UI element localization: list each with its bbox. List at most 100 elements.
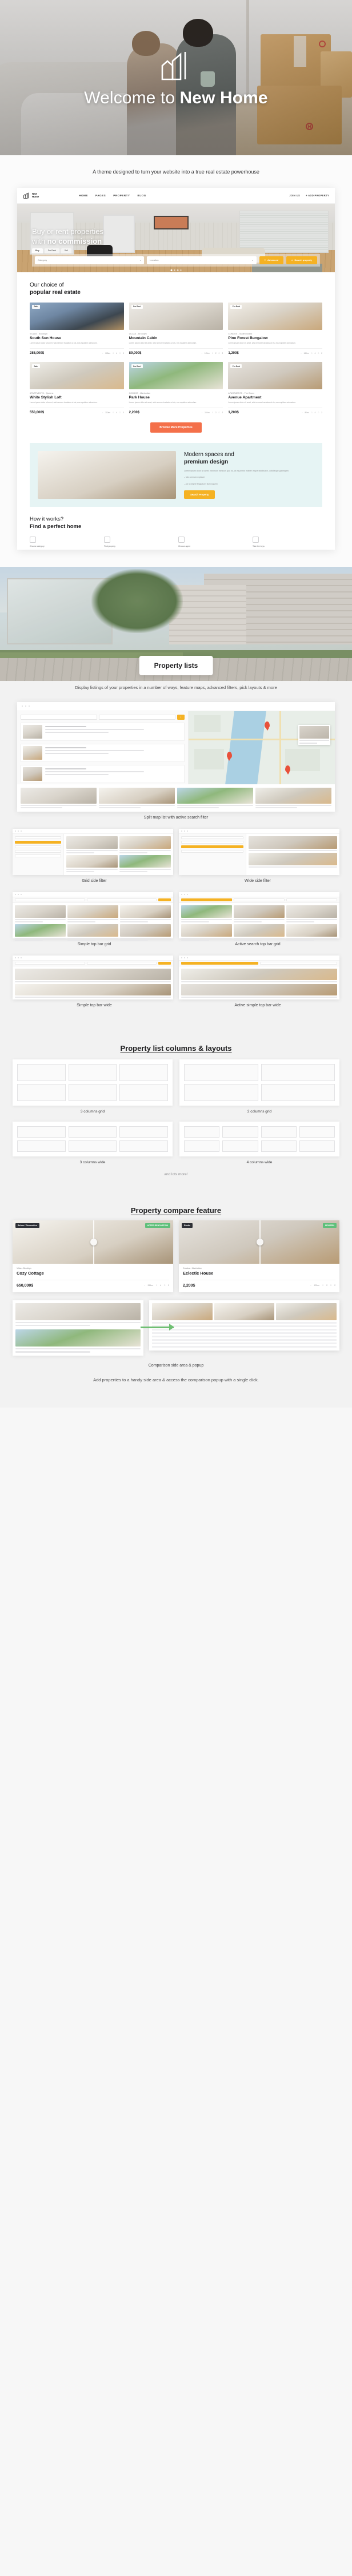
strip-item[interactable] (177, 787, 253, 808)
listing-thumb (23, 745, 42, 760)
active-search-top-bar-grid-mockup[interactable] (179, 892, 339, 941)
map-pin[interactable] (226, 752, 232, 759)
promo-bullet: – Meo omnium explicari (184, 476, 205, 479)
compare-specs: ▫ 265m² ⌷ 4 ⎕ 3 (144, 1284, 169, 1287)
tagline: A theme designed to turn your website in… (93, 169, 259, 175)
filter-field[interactable] (98, 714, 175, 720)
three-columns-grid-preview[interactable] (13, 1059, 173, 1106)
property-price: 89,000$ (129, 352, 142, 356)
list-item[interactable] (21, 743, 185, 762)
bath-icon: ⎕ (218, 412, 220, 414)
property-specs: ▫ 125m² ⌷ 2 ⎕ 2 (201, 352, 223, 355)
mock-navbar: New Home HOME PAGES PROPERTY BLOG JOIN U… (17, 187, 335, 204)
search-filter-row[interactable]: ⌕ (21, 714, 185, 720)
property-image: For Rent (129, 362, 223, 390)
four-columns-wide-preview[interactable] (179, 1121, 339, 1156)
area-icon: ▫ (310, 1284, 311, 1287)
add-property-link[interactable]: + ADD PROPERTY (306, 194, 329, 197)
property-card[interactable]: For Rent CONDOS - Manhattan Park House L… (129, 362, 223, 415)
property-specs: ▫ 80m² ⌷ 4 ⎕ 2 (302, 412, 322, 414)
filter-field[interactable] (21, 714, 97, 720)
map-info-card[interactable] (298, 724, 330, 745)
grid-side-filter-mockup[interactable] (13, 828, 173, 875)
nav-item-blog[interactable]: BLOG (138, 194, 146, 197)
caption-wide-side-filter: Wide side filter (245, 878, 271, 883)
compare-card[interactable]: Before / Renovation AFTER RENOVATION Vil… (13, 1220, 173, 1292)
compare-image[interactable]: Rustic MODERN (179, 1220, 339, 1264)
caption-simple-top-bar-wide: Simple top bar wide (77, 1003, 112, 1007)
compare-card[interactable]: Rustic MODERN Condos - Manhattan Eclecti… (179, 1220, 339, 1292)
two-columns-grid-preview[interactable] (179, 1059, 339, 1106)
status-badge: For Rent (131, 304, 143, 309)
listing-panel: ⌕ (17, 711, 189, 784)
location-select[interactable]: Location ⌄ (147, 256, 257, 264)
brand-logo[interactable]: New Home (23, 192, 39, 199)
caption-3-columns-grid: 3 columns grid (80, 1109, 105, 1114)
property-location: VILLAS - Brooklyn (30, 332, 48, 335)
list-item[interactable] (21, 764, 185, 783)
compare-price: 650,000$ (17, 1283, 34, 1288)
bed-icon: ⌷ (211, 412, 213, 414)
property-name: Avenue Apartment (228, 396, 262, 400)
after-tag: MODERN (323, 1223, 337, 1228)
strip-item[interactable] (21, 787, 97, 808)
property-card[interactable]: For Rent VILLAS - Brooklyn Mountain Cabi… (129, 302, 223, 356)
page-hero: H Welcome to New Home (0, 0, 352, 155)
property-description: Lorem ipsum dolor sit amet, wisi nemore … (228, 341, 296, 344)
property-card[interactable]: For Rent CONDOS - Staten Island Pine For… (228, 302, 322, 356)
category-select[interactable]: Category ⌄ (35, 256, 145, 264)
property-name: Pine Forest Bungalow (228, 336, 268, 340)
carousel-dots[interactable] (170, 269, 182, 271)
area-icon: ▫ (102, 352, 103, 355)
map-pin[interactable] (285, 765, 291, 772)
property-card[interactable]: For Rent APARTMENTS - The Bronx Avenue A… (228, 362, 322, 415)
compare-slider-handle[interactable] (90, 1220, 97, 1264)
nav-item-property[interactable]: PROPERTY (113, 194, 130, 197)
tab-for-rent[interactable]: For Rent (44, 248, 59, 253)
property-card[interactable]: Sale VILLAS - Brooklyn South Sun House L… (30, 302, 124, 356)
active-simple-top-bar-wide-mockup[interactable] (179, 955, 339, 999)
chevron-down-icon: ⌄ (139, 259, 142, 262)
split-map-caption: Split map list with active search filter (143, 815, 209, 820)
strip-item[interactable] (99, 787, 175, 808)
search-type-tabs[interactable]: Buy For Rent Sell (32, 248, 71, 253)
three-columns-wide-preview[interactable] (13, 1121, 173, 1156)
compare-side-area[interactable] (13, 1300, 143, 1356)
mock-hero-heading: Buy or rent properties with no commissio… (32, 227, 104, 246)
wide-side-filter-mockup[interactable] (179, 828, 339, 875)
brand-line2: Home (32, 195, 39, 199)
how-it-works-section: How it works? Find a perfect home Choose… (17, 507, 335, 550)
chevron-down-icon: ⌄ (251, 259, 254, 262)
map-pin[interactable] (265, 721, 270, 728)
compare-name: Cozy Cottage (17, 1270, 44, 1276)
property-description: Lorem ipsum dolor sit amet, wisi nemore … (129, 341, 197, 344)
mock-nav-links[interactable]: HOME PAGES PROPERTY BLOG (79, 194, 146, 197)
tab-buy[interactable]: Buy (32, 248, 43, 253)
bath-icon: ⎕ (164, 1284, 166, 1287)
simple-top-bar-grid-mockup[interactable] (13, 892, 173, 941)
search-property-promo-button[interactable]: Search Property (184, 490, 215, 499)
nav-item-home[interactable]: HOME (79, 194, 88, 197)
caption-active-simple-top-bar-wide: Active simple top bar wide (234, 1003, 281, 1007)
property-specs: ▫ 110m² ⌷ 2 ⎕ 2 (201, 412, 223, 414)
map-panel[interactable] (189, 711, 335, 784)
compare-popup-window[interactable] (149, 1300, 339, 1351)
list-item[interactable] (21, 722, 185, 741)
browse-more-properties-button[interactable]: Browse More Properties (150, 422, 202, 433)
compare-image[interactable]: Before / Renovation AFTER RENOVATION (13, 1220, 173, 1264)
strip-item[interactable] (255, 787, 331, 808)
promo-heading: Modern spaces and premium design (184, 451, 234, 466)
property-card[interactable]: Sale APARTMENTS - Queens White Stylish L… (30, 362, 124, 415)
layout-previews-row-1: 3 columns grid 2 columns grid (0, 1056, 352, 1114)
property-image: Sale (30, 362, 124, 390)
property-cards-row-1: Sale VILLAS - Brooklyn South Sun House L… (30, 302, 322, 356)
join-us-link[interactable]: JOIN US (289, 194, 300, 197)
page-title: Welcome to New Home (84, 88, 268, 107)
simple-top-bar-wide-mockup[interactable] (13, 955, 173, 999)
advanced-button[interactable]: ≡ Advanced (259, 256, 284, 264)
tab-sell[interactable]: Sell (61, 248, 71, 253)
filter-search-button[interactable]: ⌕ (177, 714, 185, 720)
compare-slider-handle[interactable] (256, 1220, 263, 1264)
search-property-button[interactable]: ⌕ Search property (286, 256, 317, 264)
nav-item-pages[interactable]: PAGES (95, 194, 106, 197)
